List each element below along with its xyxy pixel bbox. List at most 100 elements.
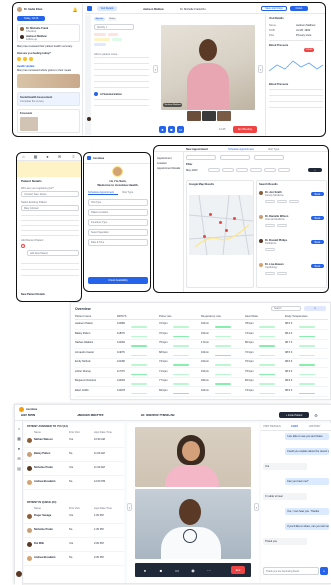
breadcrumb[interactable]: Jackson MacFree (77, 414, 117, 418)
side-nav-item[interactable]: Appointment (157, 157, 183, 160)
date-chip[interactable] (222, 168, 234, 172)
calendar-icon[interactable]: ▦ (33, 154, 38, 159)
table-row[interactable]: Ebert Griffin 120/78 69 bpm 16/min 73 bpm 98.… (75, 388, 328, 397)
record-icon[interactable]: ◉ (189, 566, 197, 574)
chip-agenda[interactable]: Agenda (94, 17, 105, 21)
specialist-field[interactable]: Select Specialist (88, 229, 148, 236)
avatar[interactable] (16, 571, 22, 577)
slot[interactable] (265, 200, 275, 203)
list-item[interactable]: Bailey Patten No 11:00 AM (24, 449, 124, 462)
book-button[interactable]: Book (311, 192, 324, 196)
map-pin-icon[interactable] (209, 213, 212, 216)
chat-input[interactable]: Thank you are becoming friend (263, 567, 319, 575)
chevron-left-icon[interactable]: ‹ (127, 503, 132, 511)
tab-history[interactable]: HISTORY (309, 425, 327, 428)
bell-icon[interactable]: 🔔 (72, 6, 78, 12)
tab-chat[interactable]: CHAT (291, 425, 303, 428)
tab-new-appointment[interactable]: New Appointment (186, 148, 216, 151)
end-call-button[interactable]: End (231, 566, 245, 574)
users-icon[interactable]: ● (16, 445, 22, 451)
tab-visit-type[interactable]: Visit Type (122, 191, 148, 194)
map-pin-icon[interactable] (233, 217, 236, 220)
end-meeting-button[interactable]: End Meeting (233, 126, 257, 133)
filter-input[interactable] (186, 155, 216, 160)
list-item[interactable]: Nicholas Prado No 1:30 PM (24, 525, 124, 538)
thumbnail-video[interactable] (187, 111, 201, 121)
settings-icon[interactable]: ⚙ (313, 412, 319, 418)
book-button[interactable]: Book (311, 264, 324, 268)
side-nav-item[interactable]: Location (157, 162, 183, 165)
mic-icon[interactable]: ● (141, 566, 149, 574)
filter-input[interactable] (220, 155, 250, 160)
book-button[interactable]: Book (311, 216, 324, 220)
map-pin-icon[interactable] (219, 221, 222, 224)
tab-visit-details[interactable]: Visit Details (97, 6, 117, 11)
chart-icon[interactable]: ▤ (16, 465, 22, 471)
visit-type-field[interactable]: Visit Type (88, 199, 148, 206)
thumbnail-video[interactable] (202, 111, 216, 121)
search-button[interactable]: ⌕ (308, 168, 322, 172)
doctor-row[interactable]: Dr. Danielle Wilson Internal Medicine Bo… (259, 215, 326, 233)
chevron-left-icon[interactable]: ‹ (153, 65, 158, 73)
table-row[interactable]: Arthur Murray 117/75 71 bpm 15/min 75 bpm 98.… (75, 369, 328, 378)
emoji-sad-icon[interactable] (29, 57, 33, 61)
map-pin-icon[interactable] (203, 235, 206, 238)
user-icon[interactable]: ● (45, 154, 50, 159)
tab-schedule[interactable]: Schedule Appointment (88, 191, 118, 196)
emoji-neutral-icon[interactable] (23, 57, 27, 61)
home-icon[interactable]: ⌂ (16, 425, 22, 431)
list-item[interactable]: Andrea Broadwin No 2:30 PM (24, 553, 124, 566)
check-availability-button[interactable]: Check Availability (88, 277, 148, 284)
chip-notes[interactable]: Notes (108, 17, 117, 21)
breadcrumb[interactable]: Dr. Michelle FrankChu (141, 414, 191, 418)
side-nav-item[interactable]: Appointment Details (157, 167, 183, 170)
slot[interactable] (265, 248, 275, 251)
menu-icon[interactable]: ≡ (71, 154, 76, 159)
add-new-patient-option[interactable]: Add New Patient (27, 250, 79, 256)
thumbnail-video[interactable] (217, 111, 231, 121)
table-row[interactable]: Armando Cauter 119/79 68 bpm 16/min 72 bpm 98… (75, 350, 328, 359)
date-chip[interactable] (278, 168, 290, 172)
slot[interactable] (277, 200, 287, 203)
slot[interactable] (289, 200, 299, 203)
avatar[interactable] (17, 7, 22, 12)
slot[interactable] (277, 272, 287, 275)
chevron-right-icon[interactable]: › (258, 65, 263, 73)
mic-icon[interactable]: ● (159, 126, 166, 133)
book-button[interactable]: Book (311, 240, 324, 244)
list-item[interactable]: Roger Savage Yes 1:00 PM (24, 511, 124, 524)
finish-button[interactable]: Finish (290, 6, 308, 11)
save-close-button[interactable]: Save and Close (261, 6, 287, 11)
send-icon[interactable]: ➤ (320, 567, 328, 575)
radio-selected-icon[interactable] (21, 244, 25, 248)
search-input[interactable]: Search (271, 306, 301, 311)
map-pin-icon[interactable] (225, 229, 228, 232)
more-icon[interactable]: ⋯ (205, 566, 213, 574)
screen-share-icon[interactable]: ▭ (173, 566, 181, 574)
chevron-right-icon[interactable]: › (254, 503, 259, 511)
home-icon[interactable]: ⌂ (21, 154, 26, 159)
breadcrumb[interactable]: Doe MRN (21, 414, 51, 418)
doctor-row[interactable]: Dr. Jon Smith Family Medicine Book (259, 191, 326, 209)
calendar-icon[interactable]: ▦ (16, 435, 22, 441)
list-item[interactable]: Dol Milk Yes 2:00 PM (24, 539, 124, 552)
chat-icon[interactable]: ✉ (16, 455, 22, 461)
doctor-row[interactable]: Dr. Lisa Bowen Cardiology Book (259, 263, 326, 281)
table-row[interactable]: Emily Nichols 121/80 73 bpm 16/min 76 bpm 98.… (75, 359, 328, 368)
location-field[interactable]: Patient Location (88, 209, 148, 216)
invite-patient-button[interactable]: + Invite Patient (279, 412, 309, 418)
emoji-happy-icon[interactable] (17, 57, 21, 61)
table-row[interactable]: Bailey Patten 118/76 70 bpm 15/min 74 bpm 98.… (75, 331, 328, 340)
screen-share-icon[interactable]: ▭ (177, 126, 184, 133)
map-view[interactable] (189, 195, 253, 255)
camera-icon[interactable]: ■ (168, 126, 175, 133)
filter-button[interactable]: ▾ (304, 306, 326, 311)
tab-visit-details[interactable]: VISIT DETAILS (263, 425, 287, 428)
existing-patient-select[interactable]: Mary Johnson (21, 205, 79, 211)
tab-visit-type[interactable]: Visit Type (268, 148, 298, 151)
date-time-field[interactable]: Date & Time (88, 239, 148, 246)
assessment-card[interactable]: Social Health Assessment Complete the su… (17, 92, 80, 106)
list-item[interactable]: Nathan Watson Yes 10:30 AM (24, 435, 124, 448)
table-row[interactable]: Jackson Parker 120/80 72 bpm 16/min 78 bpm 98… (75, 321, 328, 330)
list-item[interactable]: Nicholas Prado Yes 11:30 AM (24, 463, 124, 476)
